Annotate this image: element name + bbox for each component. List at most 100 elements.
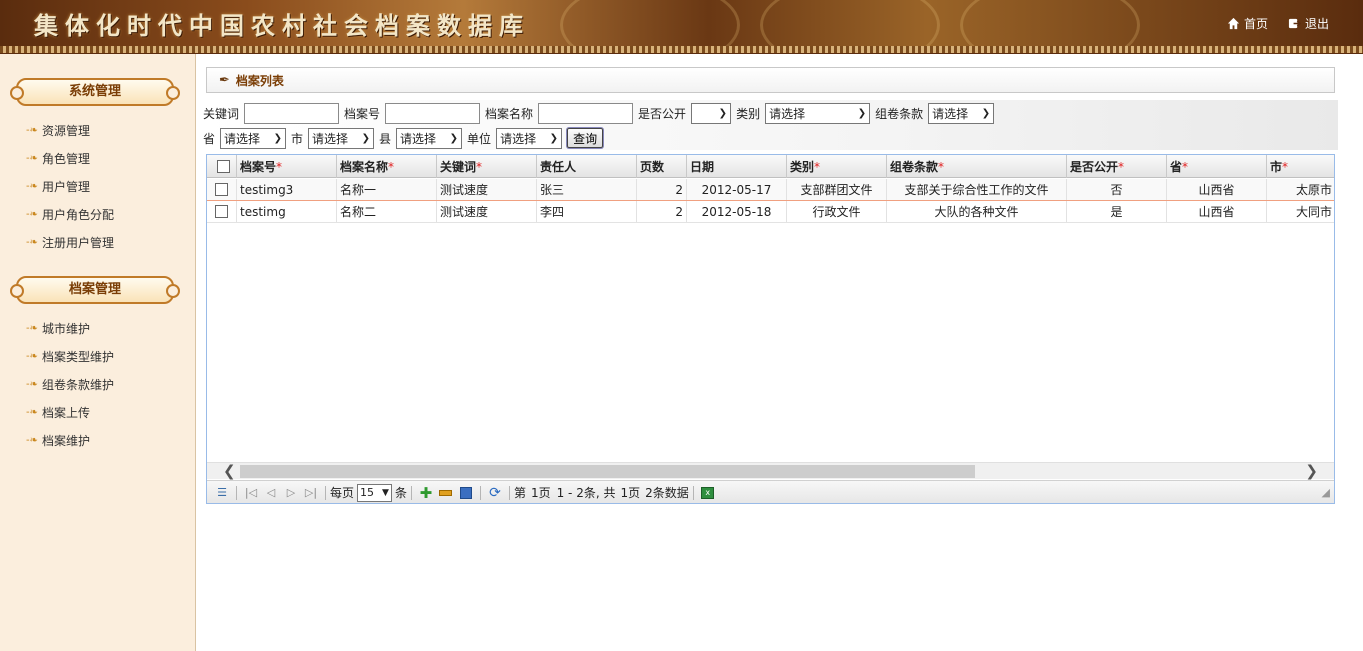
required-mark: * bbox=[476, 159, 483, 174]
first-page-icon[interactable]: |◁ bbox=[243, 485, 259, 501]
per-page-select[interactable]: 15 ▼ bbox=[357, 483, 392, 502]
scrollbar-thumb[interactable] bbox=[240, 465, 975, 478]
list-icon[interactable]: ☰ bbox=[214, 485, 230, 501]
table-row[interactable]: testimg 名称二 测试速度 李四 2 2012-05-18 行政文件 大队… bbox=[207, 201, 1334, 223]
chevron-down-icon: ❯ bbox=[981, 107, 991, 119]
sidebar-item-registered-user-management[interactable]: -❧ 注册用户管理 bbox=[0, 228, 195, 256]
quill-icon: ✒ bbox=[219, 72, 230, 88]
add-icon[interactable]: ✚ bbox=[418, 484, 434, 502]
col-header-province[interactable]: 省 * bbox=[1167, 155, 1267, 178]
province-select-value: 请选择 bbox=[224, 131, 261, 146]
table-row[interactable]: testimg3 名称一 测试速度 张三 2 2012-05-17 支部群团文件… bbox=[207, 179, 1334, 201]
col-header-clause[interactable]: 组卷条款 * bbox=[887, 155, 1067, 178]
per-page-unit: 条 bbox=[394, 486, 407, 500]
sidebar-item-user-role-assignment[interactable]: -❧ 用户角色分配 bbox=[0, 200, 195, 228]
prev-page-icon[interactable]: ◁ bbox=[263, 485, 279, 501]
pagination-bar: ☰ |◁ ◁ ▷ ▷| 每页 15 ▼ 条 ✚ ⟳ 第 1页 1 - 2条, 共 … bbox=[207, 480, 1334, 503]
refresh-icon[interactable]: ⟳ bbox=[487, 485, 503, 501]
col-header-public[interactable]: 是否公开 * bbox=[1067, 155, 1167, 178]
query-button[interactable]: 查询 bbox=[567, 128, 604, 148]
logout-link[interactable]: 退出 bbox=[1288, 15, 1329, 32]
page-prefix: 第 bbox=[513, 486, 526, 500]
cell-responsible: 李四 bbox=[537, 201, 637, 222]
col-header-date[interactable]: 日期 bbox=[687, 155, 787, 178]
col-header-archive-name[interactable]: 档案名称 * bbox=[337, 155, 437, 178]
clause-select[interactable]: 请选择 ❯ bbox=[928, 102, 995, 124]
pager-divider bbox=[508, 485, 510, 500]
section-system-management[interactable]: 系统管理 bbox=[10, 78, 180, 106]
col-header-archive-no[interactable]: 档案号 * bbox=[237, 155, 337, 178]
arrow-icon: -❧ bbox=[26, 236, 38, 248]
col-header-pages[interactable]: 页数 bbox=[637, 155, 687, 178]
city-select[interactable]: 请选择 ❯ bbox=[308, 127, 375, 149]
record-range: 1 - 2条, 共 bbox=[556, 486, 616, 500]
sidebar-item-resource-management[interactable]: -❧ 资源管理 bbox=[0, 116, 195, 144]
scroll-right-icon[interactable]: ❯ bbox=[1305, 463, 1318, 480]
unit-label: 单位 bbox=[467, 131, 492, 146]
header-banner: 集体化时代中国农村社会档案数据库 首页 退出 bbox=[0, 0, 1363, 46]
next-page-icon[interactable]: ▷ bbox=[283, 485, 299, 501]
edit-icon[interactable] bbox=[438, 485, 454, 501]
save-icon[interactable] bbox=[458, 485, 474, 501]
pager-divider bbox=[325, 485, 326, 500]
cell-date: 2012-05-17 bbox=[687, 179, 787, 200]
sidebar-item-clause-maintenance[interactable]: -❧ 组卷条款维护 bbox=[0, 370, 195, 398]
sidebar-item-city-maintenance[interactable]: -❧ 城市维护 bbox=[0, 314, 195, 342]
category-select[interactable]: 请选择 ❯ bbox=[765, 102, 871, 124]
pager-divider bbox=[236, 485, 237, 500]
public-select[interactable]: ❯ bbox=[691, 102, 732, 124]
archive-name-label: 档案名称 bbox=[485, 106, 534, 121]
archive-name-input[interactable] bbox=[538, 102, 634, 124]
horizontal-scrollbar[interactable]: ❮ ❯ bbox=[207, 462, 1334, 480]
county-label: 县 bbox=[379, 131, 392, 146]
cell-city: 太原市 bbox=[1267, 179, 1334, 200]
col-header-category[interactable]: 类别 * bbox=[787, 155, 887, 178]
section-archive-management[interactable]: 档案管理 bbox=[10, 276, 180, 304]
resize-grip-icon[interactable]: ◢ bbox=[1322, 486, 1330, 499]
home-link[interactable]: 首页 bbox=[1227, 15, 1268, 32]
col-header-label: 类别 bbox=[790, 160, 815, 174]
col-header-label: 档案名称 bbox=[340, 160, 389, 174]
sidebar-item-archive-maintenance[interactable]: -❧ 档案维护 bbox=[0, 426, 195, 454]
county-select[interactable]: 请选择 ❯ bbox=[396, 127, 463, 149]
cell-responsible: 张三 bbox=[537, 179, 637, 200]
cell-province: 山西省 bbox=[1167, 201, 1267, 222]
sidebar-item-label: 组卷条款维护 bbox=[42, 377, 115, 392]
archive-no-input[interactable] bbox=[385, 102, 481, 124]
pager-divider bbox=[692, 485, 694, 500]
col-header-label: 是否公开 bbox=[1070, 160, 1119, 174]
sidebar-item-role-management[interactable]: -❧ 角色管理 bbox=[0, 144, 195, 172]
total-records: 2条数据 bbox=[645, 486, 689, 500]
cell-keyword: 测试速度 bbox=[437, 179, 537, 200]
col-header-city[interactable]: 市 * bbox=[1267, 155, 1334, 178]
col-header-keyword[interactable]: 关键词 * bbox=[437, 155, 537, 178]
col-header-label: 关键词 bbox=[440, 160, 477, 174]
panel-title: 档案列表 bbox=[235, 73, 284, 88]
sidebar-item-label: 档案维护 bbox=[42, 433, 91, 448]
sidebar-item-archive-upload[interactable]: -❧ 档案上传 bbox=[0, 398, 195, 426]
select-all-checkbox-cell bbox=[207, 155, 237, 178]
sidebar-item-label: 资源管理 bbox=[42, 123, 91, 138]
clause-select-value: 请选择 bbox=[932, 106, 969, 121]
home-link-label: 首页 bbox=[1243, 17, 1268, 31]
grid-header: 档案号 * 档案名称 * 关键词 * 责任人 页数 日期 类别 * 组卷条款 * 是否公开… bbox=[207, 155, 1334, 178]
sidebar-item-label: 角色管理 bbox=[42, 151, 91, 166]
cell-archive-name: 名称一 bbox=[337, 179, 437, 200]
row-checkbox[interactable] bbox=[215, 205, 228, 218]
scroll-left-icon[interactable]: ❮ bbox=[223, 463, 236, 480]
col-header-responsible[interactable]: 责任人 bbox=[537, 155, 637, 178]
keyword-input[interactable] bbox=[244, 102, 340, 124]
sidebar-item-label: 用户角色分配 bbox=[42, 207, 115, 222]
archive-grid: 档案号 * 档案名称 * 关键词 * 责任人 页数 日期 类别 * 组卷条款 * 是否公开… bbox=[206, 154, 1335, 504]
last-page-icon[interactable]: ▷| bbox=[303, 485, 319, 501]
row-checkbox[interactable] bbox=[215, 183, 228, 196]
export-excel-icon[interactable]: x bbox=[700, 485, 716, 501]
cell-category: 支部群团文件 bbox=[787, 179, 887, 200]
province-select[interactable]: 请选择 ❯ bbox=[220, 127, 287, 149]
unit-select[interactable]: 请选择 ❯ bbox=[496, 127, 563, 149]
cell-date: 2012-05-18 bbox=[687, 201, 787, 222]
arrow-icon: -❧ bbox=[26, 350, 38, 362]
sidebar-item-archive-type-maintenance[interactable]: -❧ 档案类型维护 bbox=[0, 342, 195, 370]
sidebar-item-user-management[interactable]: -❧ 用户管理 bbox=[0, 172, 195, 200]
select-all-checkbox[interactable] bbox=[216, 160, 230, 173]
